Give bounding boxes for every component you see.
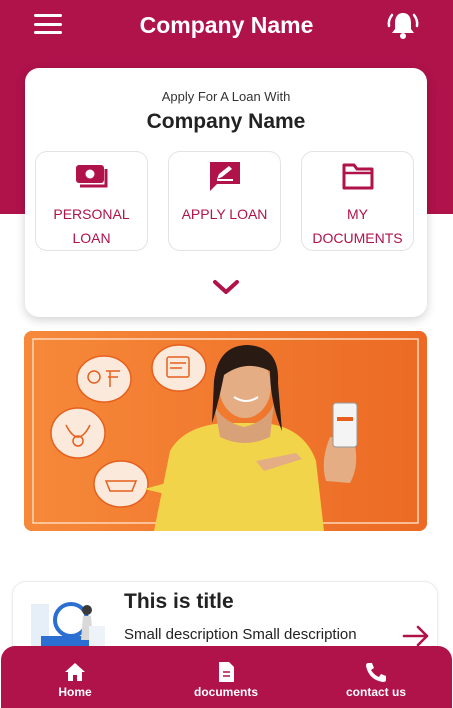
app-title: Company Name xyxy=(139,11,314,38)
promo-banner-illustration xyxy=(24,331,427,531)
bell-icon[interactable] xyxy=(386,8,420,42)
folder-icon xyxy=(342,163,373,190)
phone-icon xyxy=(366,663,386,682)
apply-loan-label: APPLY LOAN xyxy=(181,206,268,222)
personal-loan-label: PERSONAL LOAN xyxy=(53,206,130,246)
promo-banner[interactable] xyxy=(24,331,427,531)
home-icon xyxy=(65,663,85,681)
personal-loan-button[interactable]: PERSONAL LOAN xyxy=(35,151,148,251)
info-card-description: Small description Small description xyxy=(124,626,357,643)
edit-message-icon xyxy=(209,162,240,191)
info-card-title: This is title xyxy=(124,590,234,613)
hamburger-menu-icon[interactable] xyxy=(34,14,62,34)
nav-home-label: Home xyxy=(58,685,92,699)
chevron-down-icon[interactable] xyxy=(211,276,241,298)
my-documents-label: MY DOCUMENTS xyxy=(312,206,403,246)
card-title: Company Name xyxy=(146,110,306,133)
loan-application-card: Apply For A Loan With Company Name PERSO… xyxy=(25,68,427,317)
cash-icon xyxy=(75,165,107,188)
nav-item-documents[interactable]: documents xyxy=(181,646,271,708)
card-subtitle: Apply For A Loan With xyxy=(161,89,291,104)
nav-item-home[interactable]: Home xyxy=(35,646,115,708)
arrow-right-icon[interactable] xyxy=(402,625,430,647)
nav-contact-label: contact us xyxy=(345,685,406,699)
nav-documents-label: documents xyxy=(193,685,258,699)
nav-item-contact-us[interactable]: contact us xyxy=(335,646,417,708)
my-documents-button[interactable]: MY DOCUMENTS xyxy=(301,151,414,251)
apply-loan-button[interactable]: APPLY LOAN xyxy=(168,151,281,251)
app-header: Company Name xyxy=(0,0,453,50)
bottom-navigation: Home documents contact us xyxy=(1,646,452,708)
document-icon xyxy=(219,662,234,682)
